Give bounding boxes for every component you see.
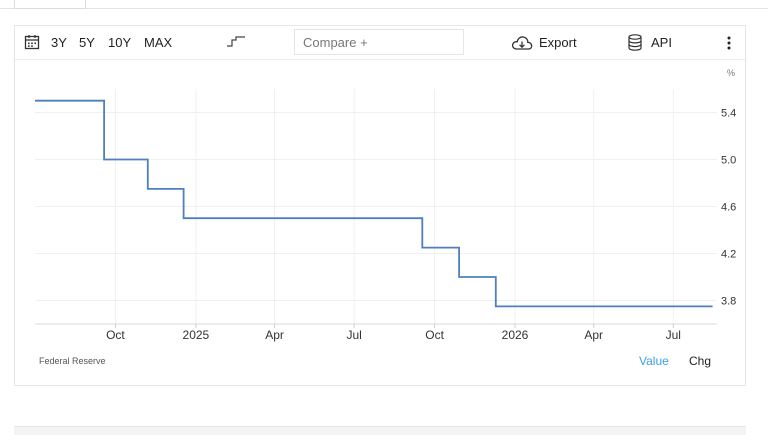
x-tick-label: Oct <box>106 328 125 342</box>
chart-plot: Oct 2025 Apr Jul Oct 2026 Apr Jul 5.4 5.0 4.6 4.2 3.… <box>15 26 745 346</box>
chg-mode-button[interactable]: Chg <box>689 354 711 368</box>
x-tick-label: Jul <box>666 328 681 342</box>
top-tab[interactable] <box>14 0 86 9</box>
series-line <box>35 101 713 307</box>
y-tick-label: 4.6 <box>721 202 736 214</box>
x-tick-label: Oct <box>425 328 444 342</box>
chart-card: 3Y 5Y 10Y MAX Export API <box>14 25 746 386</box>
x-tick-label: Apr <box>265 328 284 342</box>
y-unit-label: % <box>727 68 735 78</box>
x-tick-label: Jul <box>346 328 361 342</box>
source-label: Federal Reserve <box>39 356 106 366</box>
x-tick-label: Apr <box>584 328 603 342</box>
top-strip <box>0 0 768 9</box>
y-tick-label: 5.0 <box>721 155 736 167</box>
y-tick-label: 3.8 <box>721 296 736 308</box>
value-mode-button[interactable]: Value <box>639 354 669 368</box>
x-tick-label: 2026 <box>502 328 529 342</box>
y-tick-label: 5.4 <box>721 108 736 120</box>
x-tick-label: 2025 <box>183 328 210 342</box>
y-tick-label: 4.2 <box>721 249 736 261</box>
